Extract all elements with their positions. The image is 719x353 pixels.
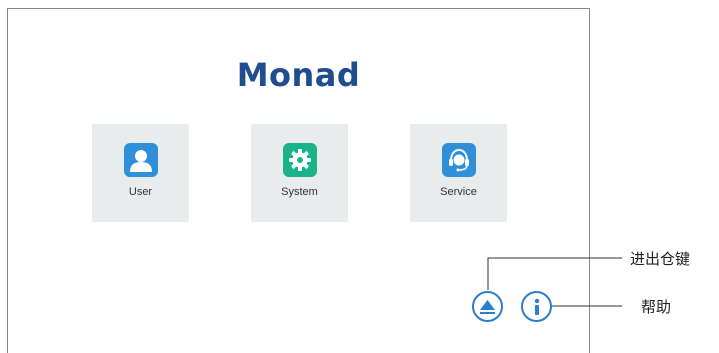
eject-button[interactable]	[472, 291, 503, 322]
help-callout-label: 帮助	[641, 298, 672, 316]
info-icon	[534, 298, 539, 315]
help-button[interactable]	[521, 291, 552, 322]
callout-lines	[487, 257, 622, 307]
eject-callout-label: 进出仓键	[630, 250, 691, 268]
eject-icon	[480, 299, 495, 314]
